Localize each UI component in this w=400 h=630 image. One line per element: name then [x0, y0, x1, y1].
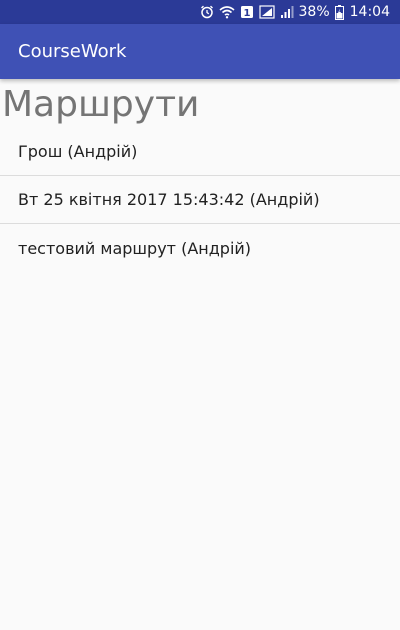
page-heading: Маршрути: [2, 84, 200, 125]
app-title: CourseWork: [18, 41, 127, 62]
sim-signal-icon: [258, 5, 275, 19]
route-list-item[interactable]: тестовий маршрут (Андрій): [0, 224, 400, 272]
route-list-item[interactable]: Грош (Андрій): [0, 128, 400, 176]
wifi-icon: [218, 5, 235, 19]
battery-icon: [334, 4, 344, 20]
sim-badge-icon: 1: [240, 5, 254, 19]
app-bar: CourseWork: [0, 24, 400, 79]
route-list-item[interactable]: Вт 25 квітня 2017 15:43:42 (Андрій): [0, 176, 400, 224]
alarm-icon: [200, 5, 214, 19]
sim-badge-number: 1: [243, 8, 250, 19]
cell-signal-icon: [280, 5, 294, 19]
status-clock: 14:04: [349, 4, 390, 20]
status-bar: 1 38% 14:04: [0, 0, 400, 24]
route-list: Грош (Андрій) Вт 25 квітня 2017 15:43:42…: [0, 128, 400, 272]
battery-percent: 38%: [298, 4, 330, 20]
